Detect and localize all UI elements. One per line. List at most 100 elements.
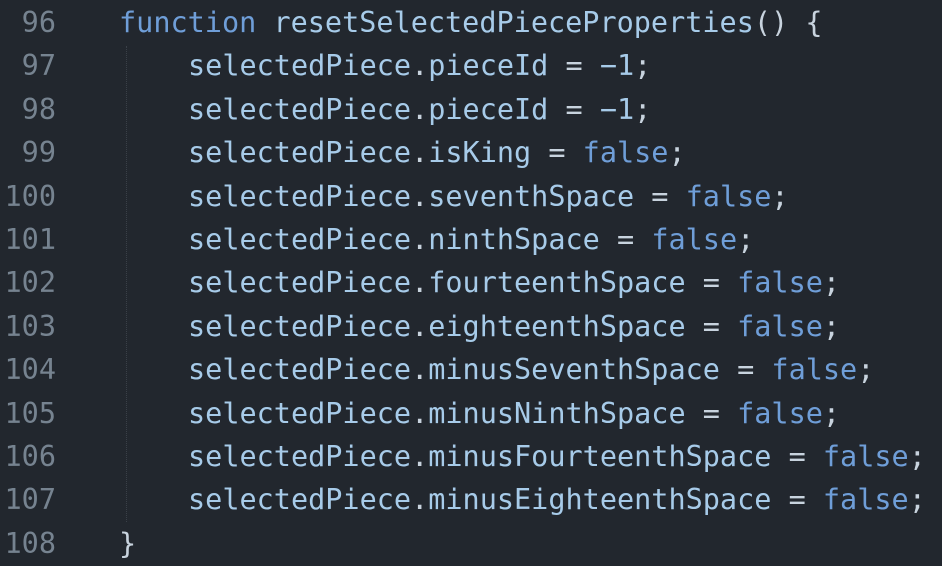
code-text: selectedPiece.minusNinthSpace = false; <box>188 392 840 435</box>
code-text: selectedPiece.isKing = false; <box>188 131 686 174</box>
code-token-punc: } <box>119 526 137 560</box>
code-token-punc: ; <box>634 49 652 83</box>
code-token-op: = <box>771 483 823 517</box>
code-token-prop: selectedPiece <box>188 223 412 256</box>
code-text: selectedPiece.pieceId = −1; <box>188 44 651 87</box>
code-token-punc: ; <box>857 353 875 387</box>
code-token-punc: ; <box>908 440 926 473</box>
code-token-op: = <box>548 92 600 126</box>
code-token-prop: selectedPiece <box>188 136 412 170</box>
line-number: 100 <box>4 179 56 213</box>
code-token-prop: fourteenthSpace <box>428 266 686 300</box>
code-line[interactable]: 97 selectedPiece.pieceId = −1; <box>0 44 942 87</box>
code-token-op: = <box>719 353 772 387</box>
code-token-prop: pieceId <box>428 49 549 83</box>
code-line[interactable]: 104 selectedPiece.minusSeventhSpace = fal… <box>0 348 942 391</box>
code-token-punc: ; <box>634 92 652 126</box>
code-text: selectedPiece.ninthSpace = false; <box>188 218 754 261</box>
code-line[interactable]: 106 selectedPiece.minusFourteenthSpace = … <box>0 435 942 478</box>
code-line[interactable]: 103 selectedPiece.eighteenthSpace = false… <box>0 305 942 348</box>
code-line[interactable]: 98 selectedPiece.pieceId = −1; <box>0 88 942 131</box>
line-number: 106 <box>4 440 56 473</box>
line-number: 96 <box>21 6 56 39</box>
code-token-bool: false <box>822 483 909 517</box>
code-token-prop: minusSeventhSpace <box>428 353 720 387</box>
code-token-num: −1 <box>599 92 635 126</box>
code-token-prop: seventhSpace <box>428 179 635 213</box>
code-token-prop: ninthSpace <box>428 223 600 256</box>
code-token-punc: ; <box>908 483 926 517</box>
code-text: selectedPiece.minusEighteenthSpace = fal… <box>188 478 926 521</box>
code-text: function resetSelectedPieceProperties() … <box>119 1 823 44</box>
code-line[interactable]: 107 selectedPiece.minusEighteenthSpace = … <box>0 478 942 521</box>
code-token-num: −1 <box>599 49 635 83</box>
code-token-punc: . <box>411 440 429 473</box>
code-line[interactable]: 101 selectedPiece.ninthSpace = false; <box>0 218 942 261</box>
code-token-punc: . <box>411 396 429 430</box>
code-token-punc: . <box>411 309 429 343</box>
code-token-punc: ; <box>737 223 755 256</box>
code-line[interactable]: 96 function resetSelectedPieceProperties(… <box>0 1 942 44</box>
code-token-punc: . <box>411 223 429 256</box>
code-token-prop: selectedPiece <box>188 353 412 387</box>
code-token-bool: false <box>771 353 858 387</box>
code-token-punc: . <box>411 136 429 170</box>
code-token-prop: isKing <box>428 136 532 170</box>
code-editor[interactable]: 96 function resetSelectedPieceProperties(… <box>0 0 942 566</box>
code-text: } <box>119 522 136 565</box>
code-token-fn: resetSelectedPieceProperties <box>256 6 754 39</box>
line-number: 103 <box>4 309 56 343</box>
code-token-prop: selectedPiece <box>188 440 412 473</box>
code-token-punc: ; <box>822 266 841 300</box>
code-text: selectedPiece.pieceId = −1; <box>188 88 651 131</box>
code-token-punc: . <box>411 49 429 83</box>
code-token-bool: false <box>737 396 823 430</box>
code-token-punc: . <box>411 179 429 213</box>
code-token-op: = <box>685 266 738 300</box>
code-token-prop: eighteenthSpace <box>428 309 686 343</box>
line-number: 101 <box>4 223 56 256</box>
code-line[interactable]: 108} <box>0 522 942 565</box>
line-number: 99 <box>21 136 56 170</box>
code-token-prop: selectedPiece <box>188 266 412 300</box>
code-line[interactable]: 105 selectedPiece.minusNinthSpace = false… <box>0 392 942 435</box>
line-number: 107 <box>4 483 56 517</box>
code-token-bool: false <box>737 309 823 343</box>
code-text: selectedPiece.fourteenthSpace = false; <box>188 261 840 304</box>
code-token-op: = <box>771 440 823 473</box>
code-token-punc: . <box>411 266 429 300</box>
code-token-bool: false <box>737 266 823 300</box>
line-number: 108 <box>4 526 56 560</box>
code-token-op: = <box>634 179 686 213</box>
code-token-prop: minusNinthSpace <box>428 396 686 430</box>
line-number: 104 <box>4 353 56 387</box>
code-token-punc: . <box>411 92 429 126</box>
code-token-prop: minusFourteenthSpace <box>428 440 772 473</box>
code-token-prop: selectedPiece <box>188 179 412 213</box>
code-line[interactable]: 99 selectedPiece.isKing = false; <box>0 131 942 174</box>
code-token-bool: false <box>822 440 909 473</box>
code-text: selectedPiece.eighteenthSpace = false; <box>188 305 840 348</box>
code-token-punc: () { <box>753 6 823 39</box>
code-token-bool: false <box>651 223 738 256</box>
code-token-punc: ; <box>668 136 686 170</box>
code-token-punc: ; <box>822 309 841 343</box>
code-token-prop: minusEighteenthSpace <box>428 483 772 517</box>
code-line[interactable]: 100 selectedPiece.seventhSpace = false; <box>0 175 942 218</box>
code-line[interactable]: 102 selectedPiece.fourteenthSpace = false… <box>0 261 942 304</box>
code-token-bool: false <box>685 179 772 213</box>
code-token-op: = <box>599 223 652 256</box>
code-text: selectedPiece.minusFourteenthSpace = fal… <box>188 435 926 478</box>
code-token-prop: selectedPiece <box>188 92 412 126</box>
code-token-punc: . <box>411 483 429 517</box>
code-text: selectedPiece.seventhSpace = false; <box>188 175 789 218</box>
code-token-kw: function <box>119 6 257 39</box>
code-token-bool: false <box>582 136 669 170</box>
code-token-op: = <box>685 396 738 430</box>
code-token-punc: . <box>411 353 429 387</box>
code-token-op: = <box>531 136 583 170</box>
line-number: 98 <box>21 92 56 126</box>
code-token-op: = <box>548 49 600 83</box>
code-token-prop: selectedPiece <box>188 49 412 83</box>
line-number: 102 <box>4 266 56 300</box>
